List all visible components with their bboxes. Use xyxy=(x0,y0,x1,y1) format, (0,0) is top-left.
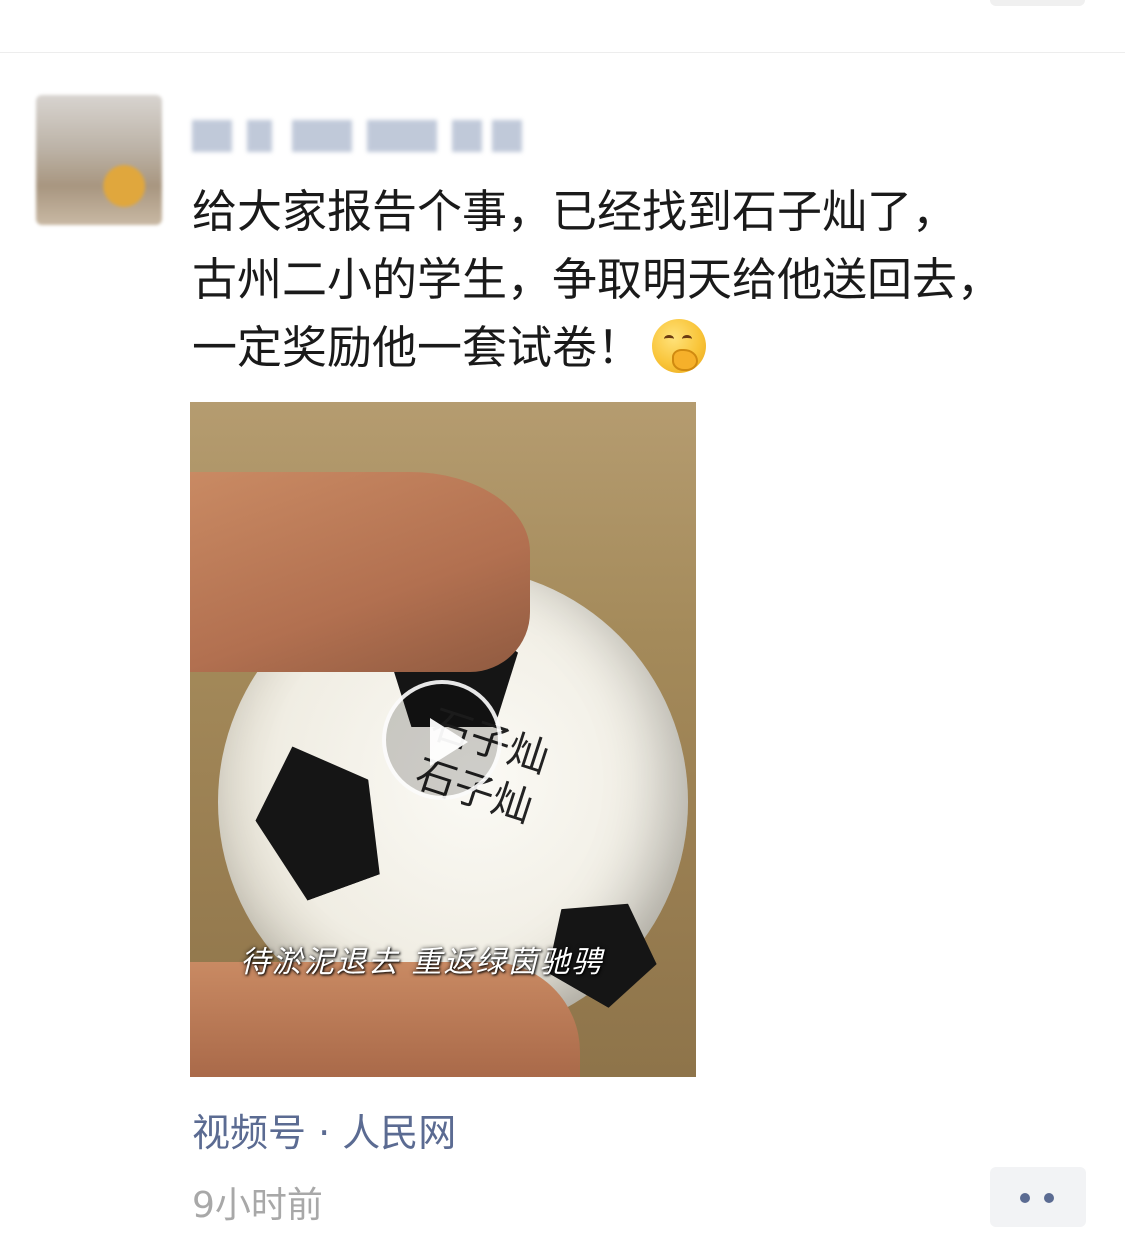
more-dot-icon xyxy=(1020,1193,1030,1203)
avatar[interactable] xyxy=(36,95,162,225)
hand-image xyxy=(190,472,530,672)
username-blurred[interactable] xyxy=(192,112,522,158)
post-timestamp: 9小时前 xyxy=(192,1185,323,1226)
post-text-line: 一定奖励他一套试卷！ xyxy=(192,314,1092,382)
previous-post-divider xyxy=(0,0,1125,53)
video-thumbnail[interactable]: 石子灿 石子灿 待淤泥退去 重返绿茵驰骋 xyxy=(190,402,696,1077)
previous-more-button-edge xyxy=(990,0,1085,6)
post-text-line-content: 一定奖励他一套试卷！ xyxy=(192,321,643,374)
post-text-line: 古州二小的学生，争取明天给他送回去， xyxy=(192,253,1003,306)
post-text-line: 给大家报告个事，已经找到石子灿了， xyxy=(192,185,958,238)
video-caption: 待淤泥退去 重返绿茵驰骋 xyxy=(240,945,604,980)
play-button[interactable] xyxy=(382,680,502,800)
more-button[interactable] xyxy=(990,1167,1086,1227)
video-source-link[interactable]: 视频号 · 人民网 xyxy=(192,1102,456,1157)
play-icon xyxy=(430,718,468,766)
more-dot-icon xyxy=(1044,1193,1054,1203)
post-text: 给大家报告个事，已经找到石子灿了， 古州二小的学生，争取明天给他送回去， 一定奖… xyxy=(192,178,1092,382)
thinking-face-emoji-icon xyxy=(652,319,707,373)
